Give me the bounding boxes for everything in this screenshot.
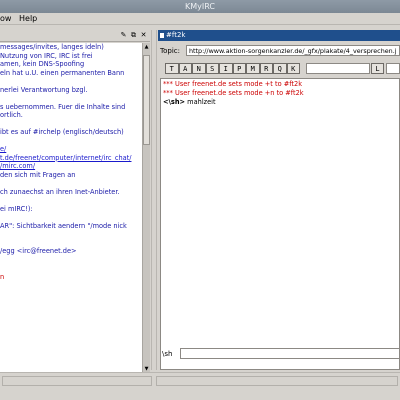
mode-button-a[interactable]: A [178, 63, 192, 74]
status-bar [0, 372, 400, 400]
server-message-line [0, 213, 142, 222]
menubar: ow Help [0, 13, 400, 25]
message-nick: <\sh> [163, 98, 186, 106]
server-message-line [0, 239, 142, 248]
mode-button-k[interactable]: K [286, 63, 300, 74]
message-text: User freenet.de sets mode +t to #ft2k [172, 80, 303, 88]
window-title: KMyIRC [185, 2, 215, 11]
server-message-line: ortlich. [0, 111, 23, 119]
server-message-line: nerlei Verantwortung bzgl. [0, 85, 88, 94]
status-cell [2, 376, 152, 386]
nick-label: \sh [162, 350, 173, 358]
server-message-line [0, 264, 142, 273]
close-icon[interactable]: ✕ [139, 31, 148, 40]
server-message-line [0, 256, 142, 265]
channel-mode-buttons: TANSIPMRQK [165, 63, 300, 74]
server-messages-view[interactable]: messages/invites, langes ideln) Nutzung v… [0, 43, 142, 373]
server-window-header: ✎ ⧉ ✕ [0, 30, 150, 42]
edit-icon[interactable]: ✎ [119, 31, 128, 40]
channel-key-field[interactable] [386, 63, 400, 74]
mode-button-l[interactable]: L [371, 63, 384, 74]
topic-label: Topic: [160, 47, 180, 55]
server-message-line: ibt es auf #irchelp (englisch/deutsch) [0, 128, 124, 136]
mode-button-s[interactable]: S [205, 63, 219, 74]
channel-messages-view[interactable]: *** User freenet.de sets mode +t to #ft2… [160, 78, 400, 370]
server-message-line: /egg <irc@freenet.de> [0, 247, 77, 255]
scroll-up-icon[interactable]: ▲ [143, 43, 150, 51]
undock-icon[interactable]: ⧉ [129, 31, 138, 40]
message-text: User freenet.de sets mode +n to #ft2k [172, 89, 304, 97]
window-titlebar[interactable]: KMyIRC [0, 0, 400, 13]
message-prefix: *** [163, 89, 173, 97]
scrollbar-thumb[interactable] [143, 55, 150, 145]
mode-button-m[interactable]: M [246, 63, 260, 74]
server-message-line: ei mIRC!): [0, 204, 33, 213]
server-scrollbar[interactable]: ▲ ▼ [142, 43, 150, 373]
menu-item-help[interactable]: Help [19, 14, 37, 23]
chat-message: *** User freenet.de sets mode +n to #ft2… [163, 89, 397, 98]
channel-icon [160, 33, 164, 38]
topic-field[interactable]: http://www.aktion-sorgenkanzler.de/_gfx/… [186, 45, 400, 56]
channel-tab[interactable]: #ft2k [158, 30, 400, 41]
message-prefix: *** [163, 80, 173, 88]
channel-tab-label: #ft2k [166, 31, 186, 39]
menu-item-window[interactable]: ow [0, 14, 11, 23]
server-message-line [0, 137, 142, 146]
mode-button-n[interactable]: N [192, 63, 206, 74]
chat-message: <\sh> mahlzeit [163, 98, 397, 107]
server-message-line[interactable]: /mirc.com/ [0, 162, 142, 171]
channel-window: #ft2k Topic: http://www.aktion-sorgenkan… [158, 30, 400, 370]
server-message-line: n [0, 272, 5, 281]
mode-button-t[interactable]: T [165, 63, 179, 74]
server-window: ✎ ⧉ ✕ messages/invites, langes ideln) Nut… [0, 30, 150, 389]
server-message-line [0, 230, 142, 239]
server-message-line [0, 77, 142, 86]
chat-message: *** User freenet.de sets mode +t to #ft2… [163, 80, 397, 89]
server-message-line: den sich mit Fragen an [0, 170, 76, 179]
mode-button-r[interactable]: R [259, 63, 273, 74]
server-message-line: ch zunaechst an ihren Inet-Anbieter. [0, 187, 120, 196]
mode-button-p[interactable]: P [232, 63, 246, 74]
server-message-line: s uebernommen. Fuer die Inhalte sind [0, 102, 126, 111]
server-message-line: amen, kein DNS-Spoofing [0, 60, 85, 68]
server-message-line [0, 94, 142, 103]
mode-button-q[interactable]: Q [273, 63, 287, 74]
server-message-line[interactable]: e/ [0, 145, 142, 154]
message-input-field[interactable] [180, 348, 400, 359]
server-message-line [0, 179, 142, 188]
server-message-line: AR": Sichtbarkeit aendern "/mode nick [0, 221, 127, 230]
mode-button-i[interactable]: I [219, 63, 233, 74]
server-message-line [0, 120, 142, 129]
server-message-line: messages/invites, langes ideln) [0, 43, 104, 51]
server-message-line: Nutzung von IRC, IRC ist frei [0, 51, 93, 60]
status-cell [156, 376, 398, 386]
server-message-line[interactable]: t.de/freenet/computer/internet/irc_chat/ [0, 154, 142, 163]
message-text: mahlzeit [185, 98, 216, 106]
pane-splitter[interactable] [151, 30, 157, 370]
server-message-line [0, 196, 142, 205]
server-message-line: eln hat u.U. einen permanenten Bann [0, 68, 125, 77]
user-limit-field[interactable] [306, 63, 370, 74]
